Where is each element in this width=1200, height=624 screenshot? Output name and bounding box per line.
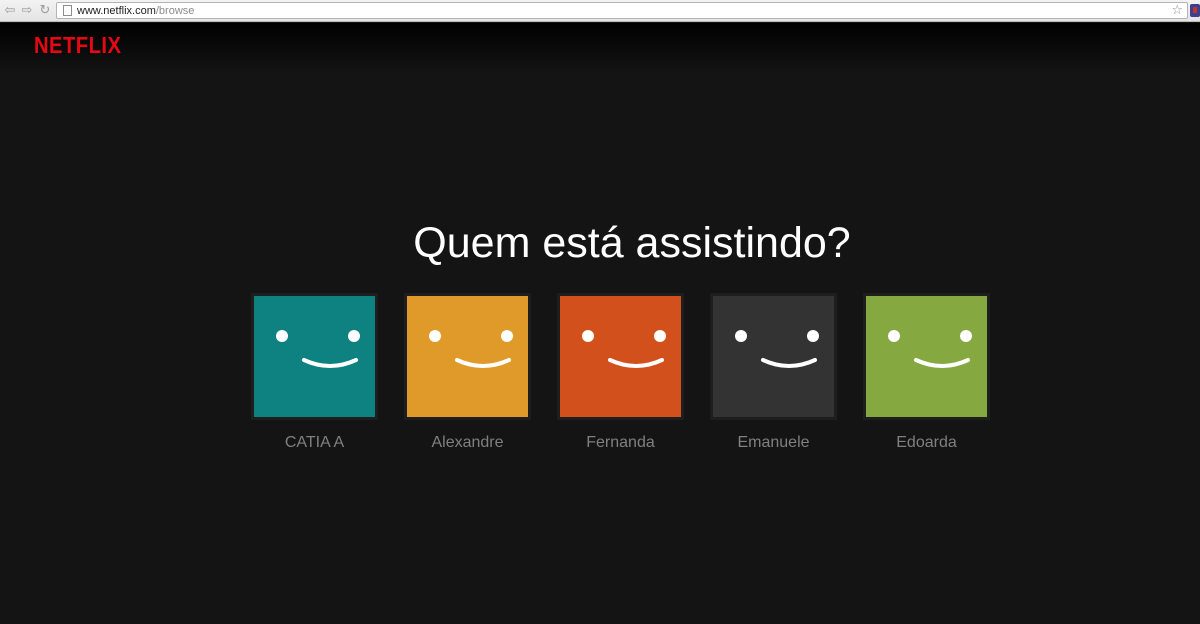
smiley-eye-icon: [960, 330, 972, 342]
url-text[interactable]: www.netflix.com/browse: [77, 4, 194, 18]
page-title: Quem está assistindo?: [413, 219, 851, 267]
smiley-eye-icon: [807, 330, 819, 342]
avatar[interactable]: [710, 293, 837, 420]
avatar[interactable]: [863, 293, 990, 420]
smiley-eye-icon: [501, 330, 513, 342]
extension-icon[interactable]: [1190, 4, 1200, 17]
smiley-eye-icon: [429, 330, 441, 342]
avatar[interactable]: [557, 293, 684, 420]
smiley-eye-icon: [654, 330, 666, 342]
smile-icon: [914, 358, 970, 368]
smile-icon: [608, 358, 664, 368]
smiley-eye-icon: [276, 330, 288, 342]
address-bar[interactable]: www.netflix.com/browse ☆: [56, 2, 1188, 19]
smiley-eye-icon: [735, 330, 747, 342]
browser-toolbar: ⇦ ⇨ ↻ www.netflix.com/browse ☆: [0, 0, 1200, 22]
smile-icon: [302, 358, 358, 368]
avatar[interactable]: [404, 293, 531, 420]
smiley-eye-icon: [888, 330, 900, 342]
smiley-eye-icon: [582, 330, 594, 342]
forward-arrow-icon[interactable]: ⇨: [19, 3, 35, 19]
page-icon: [63, 5, 72, 16]
smiley-eye-icon: [348, 330, 360, 342]
star-icon[interactable]: ☆: [1171, 3, 1183, 18]
url-host: www.netflix.com: [77, 5, 156, 17]
reload-icon[interactable]: ↻: [37, 3, 53, 19]
smile-icon: [761, 358, 817, 368]
url-path: /browse: [155, 5, 195, 17]
back-arrow-icon[interactable]: ⇦: [2, 3, 18, 19]
header-gradient: [0, 23, 1200, 73]
smile-icon: [455, 358, 511, 368]
avatar[interactable]: [251, 293, 378, 420]
netflix-logo[interactable]: NETFLIX: [34, 32, 121, 58]
profile-name[interactable]: Edoarda: [833, 433, 1020, 453]
